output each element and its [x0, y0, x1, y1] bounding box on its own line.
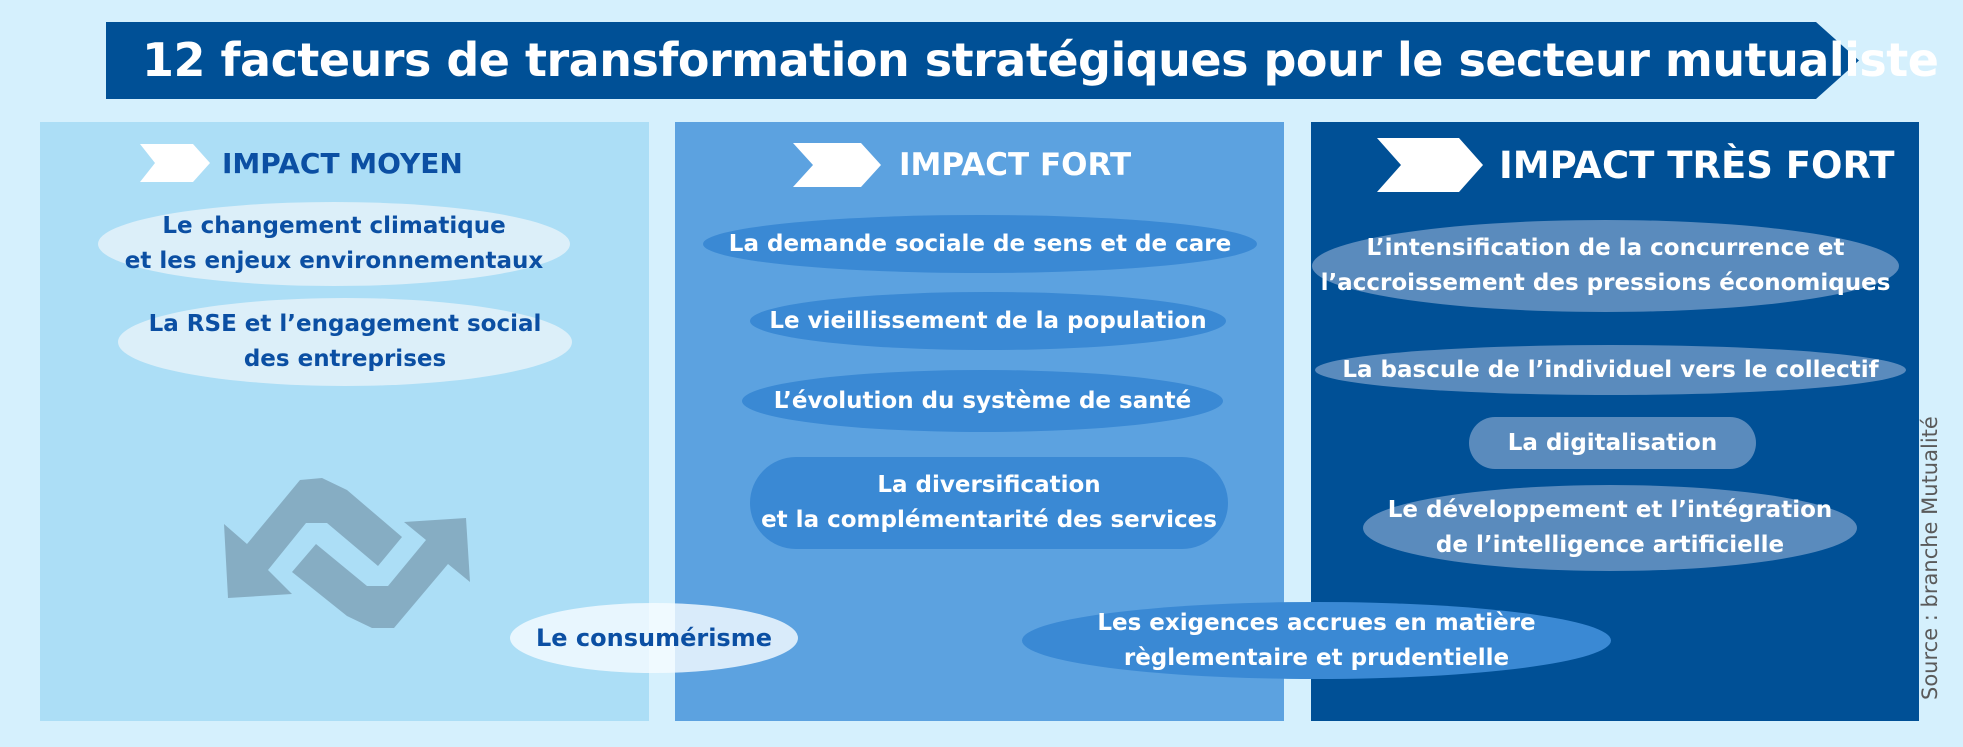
- page-title: 12 facteurs de transformation stratégiqu…: [142, 33, 1939, 87]
- factor-pill-consumerisme: Le consumérisme: [510, 603, 798, 673]
- factor-pill: Le changement climatique et les enjeux e…: [98, 202, 570, 286]
- factor-pill: L’évolution du système de santé: [742, 370, 1223, 432]
- factor-pill-exigences: Les exigences accrues en matière règleme…: [1022, 602, 1611, 679]
- panel-header: IMPACT TRÈS FORT: [1377, 138, 1895, 192]
- chevron-right-icon: [793, 143, 881, 187]
- title-banner: 12 facteurs de transformation stratégiqu…: [106, 22, 1939, 99]
- chevron-right-icon: [140, 144, 210, 182]
- factor-pill: Le développement et l’intégration de l’i…: [1363, 485, 1857, 571]
- panel-header: IMPACT FORT: [793, 143, 1131, 187]
- source-caption: Source : branche Mutualité: [1918, 416, 1942, 700]
- panel-title: IMPACT MOYEN: [222, 146, 463, 180]
- factor-pill: La RSE et l’engagement social des entrep…: [118, 298, 572, 386]
- factor-pill: La digitalisation: [1469, 417, 1756, 469]
- factor-pill: La bascule de l’individuel vers le colle…: [1315, 345, 1906, 395]
- panel-title: IMPACT FORT: [899, 147, 1132, 183]
- panel-header: IMPACT MOYEN: [140, 144, 463, 182]
- exchange-arrows-icon: [224, 478, 470, 628]
- chevron-right-icon: [1377, 138, 1483, 192]
- factor-pill: L’intensification de la concurrence et l…: [1312, 220, 1899, 312]
- factor-pill: La diversification et la complémentarité…: [750, 457, 1228, 549]
- factor-pill: Le vieillissement de la population: [750, 292, 1226, 350]
- factor-pill: La demande sociale de sens et de care: [703, 215, 1257, 273]
- panel-title: IMPACT TRÈS FORT: [1499, 143, 1895, 187]
